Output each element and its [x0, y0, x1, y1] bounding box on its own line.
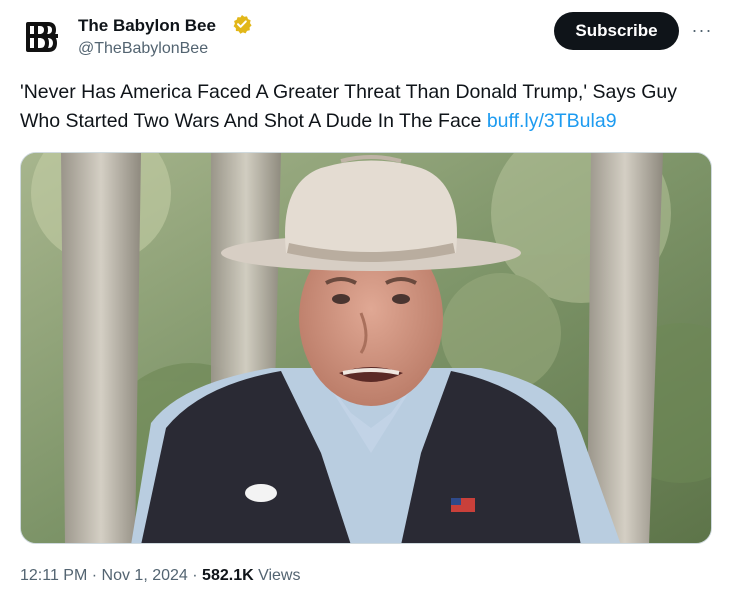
- views-count: 582.1K: [202, 567, 254, 584]
- meta-separator: ·: [192, 567, 198, 584]
- author-name[interactable]: The Babylon Bee: [78, 16, 216, 36]
- gold-verified-badge-icon[interactable]: [232, 14, 252, 34]
- tweet-time[interactable]: 12:11 PM: [20, 567, 87, 584]
- tweet-header: The Babylon Bee @TheBabylonBee Subscribe…: [20, 12, 713, 60]
- views-label: Views: [258, 567, 301, 584]
- author-handle[interactable]: @TheBabylonBee: [78, 40, 208, 58]
- more-horizontal-icon[interactable]: ···: [690, 18, 714, 42]
- subscribe-button[interactable]: Subscribe: [554, 12, 679, 50]
- tweet-date[interactable]: Nov 1, 2024: [102, 567, 188, 584]
- tweet-meta: 12:11 PM · Nov 1, 2024 · 582.1K Views: [20, 567, 300, 585]
- meta-separator: ·: [91, 567, 98, 584]
- tweet-photo[interactable]: [20, 152, 712, 544]
- babylon-bee-logo-icon[interactable]: [20, 14, 64, 58]
- tweet-text: 'Never Has America Faced A Greater Threa…: [20, 78, 715, 136]
- tweet-link[interactable]: buff.ly/3TBula9: [487, 110, 617, 132]
